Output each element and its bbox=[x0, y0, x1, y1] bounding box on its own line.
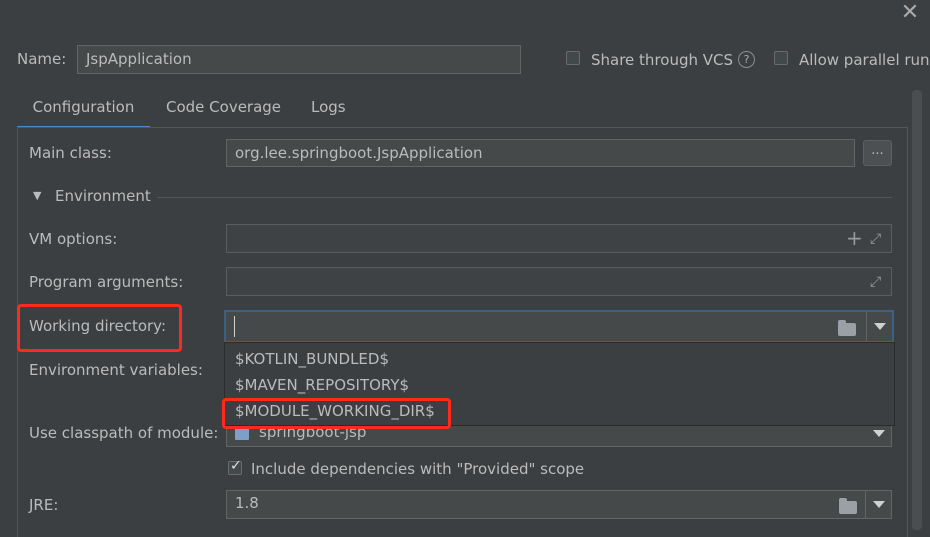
browse-button[interactable]: ... bbox=[863, 140, 892, 166]
folder-icon[interactable] bbox=[838, 320, 856, 336]
vm-options-label: VM options: bbox=[29, 230, 118, 248]
working-directory-label: Working directory: bbox=[29, 317, 167, 335]
working-directory-combobox[interactable] bbox=[224, 310, 894, 343]
module-working-dir-highlight bbox=[222, 398, 451, 429]
expand-icon[interactable]: ⤢ bbox=[870, 275, 881, 289]
allow-parallel-label: Allow parallel run bbox=[799, 51, 930, 69]
dropdown-arrow-button[interactable] bbox=[865, 491, 892, 518]
scrollbar[interactable] bbox=[912, 90, 922, 530]
text-caret bbox=[234, 316, 235, 337]
program-arguments-input[interactable] bbox=[226, 267, 892, 296]
share-vcs-label: Share through VCS bbox=[591, 51, 734, 69]
share-vcs-checkbox[interactable] bbox=[566, 51, 580, 65]
jre-combobox[interactable]: 1.8 bbox=[226, 490, 892, 519]
tab-code-coverage[interactable]: Code Coverage bbox=[166, 94, 281, 126]
vm-options-input[interactable] bbox=[226, 224, 892, 253]
list-item[interactable]: $KOTLIN_BUNDLED$ bbox=[235, 346, 389, 372]
tab-configuration[interactable]: Configuration bbox=[17, 94, 150, 129]
list-item[interactable]: $MAVEN_REPOSITORY$ bbox=[235, 372, 409, 398]
include-dependencies-checkbox[interactable] bbox=[228, 458, 242, 475]
chevron-down-icon bbox=[874, 323, 886, 330]
name-label: Name: bbox=[17, 50, 66, 68]
module-icon bbox=[235, 428, 249, 440]
environment-section-title[interactable]: Environment bbox=[55, 187, 151, 205]
classpath-module-label: Use classpath of module: bbox=[29, 424, 219, 442]
help-icon[interactable]: ? bbox=[738, 51, 755, 68]
main-class-input[interactable]: org.lee.springboot.JspApplication bbox=[226, 139, 855, 167]
jre-value: 1.8 bbox=[235, 494, 259, 512]
expand-icon[interactable]: ⤢ bbox=[870, 232, 881, 246]
environment-variables-label: Environment variables: bbox=[29, 361, 203, 379]
folder-icon[interactable] bbox=[839, 498, 857, 514]
tab-logs[interactable]: Logs bbox=[311, 94, 346, 126]
dropdown-arrow-button[interactable] bbox=[866, 312, 893, 341]
section-divider bbox=[157, 197, 892, 198]
section-toggle-icon[interactable]: ▼ bbox=[33, 189, 41, 202]
name-label-text: Name: bbox=[17, 50, 67, 68]
add-icon[interactable]: + bbox=[846, 228, 863, 248]
chevron-down-icon bbox=[873, 430, 885, 437]
jre-label: JRE: bbox=[29, 496, 59, 514]
chevron-down-icon bbox=[873, 501, 885, 508]
main-class-label: Main class: bbox=[29, 144, 112, 162]
include-dependencies-label: Include dependencies with "Provided" sco… bbox=[251, 460, 585, 478]
program-arguments-label: Program arguments: bbox=[29, 273, 184, 291]
name-input[interactable]: JspApplication bbox=[77, 45, 521, 74]
close-icon[interactable]: ✕ bbox=[900, 2, 920, 24]
allow-parallel-checkbox[interactable] bbox=[774, 51, 788, 65]
